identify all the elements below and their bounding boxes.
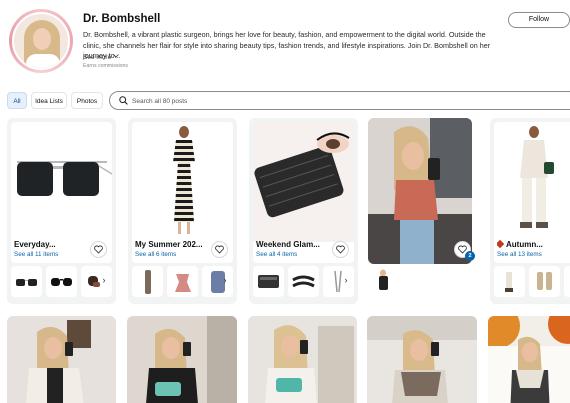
card-title-text: Autumn... [506, 240, 543, 249]
photo-post[interactable] [488, 316, 570, 403]
chevron-down-icon [113, 54, 119, 58]
commission-note: Earns commissions [83, 63, 128, 69]
profile-name: Dr. Bombshell [83, 13, 161, 25]
thumb-lash-strip[interactable] [288, 266, 319, 297]
tab-all[interactable]: All [7, 92, 27, 109]
card-title: Weekend Glam... [256, 240, 320, 249]
see-all-link[interactable]: See all 13 items [497, 251, 542, 258]
see-all-link[interactable]: See all 4 items [256, 251, 297, 258]
search-box[interactable] [109, 91, 570, 110]
tab-idea-lists[interactable]: Idea Lists [31, 92, 67, 109]
search-input[interactable] [132, 95, 432, 107]
thumb-dress[interactable] [132, 266, 163, 297]
thumb-boots[interactable] [564, 266, 570, 297]
chevron-right-icon[interactable]: › [97, 274, 111, 288]
heart-icon [215, 245, 224, 254]
product-thumbnails: › [132, 266, 233, 300]
thumb-sunglasses[interactable] [46, 266, 77, 297]
photo-post[interactable] [7, 316, 116, 403]
see-all-link[interactable]: See all 6 items [135, 251, 176, 258]
idea-list-card-everyday[interactable]: Everyday... See all 11 items › [7, 118, 116, 304]
idea-list-card-autumn[interactable]: Autumn... See all 13 items [490, 118, 570, 304]
thumb-sunglasses[interactable] [11, 266, 42, 297]
photo-post[interactable] [248, 316, 357, 403]
save-heart-button[interactable] [332, 241, 349, 258]
thumb-lash-kit[interactable] [253, 266, 284, 297]
card-title: Autumn... [497, 240, 567, 249]
thumb-top[interactable] [167, 266, 198, 297]
see-all-link[interactable]: See all 11 items [14, 251, 58, 258]
heart-icon [94, 245, 103, 254]
idea-list-card-my-summer[interactable]: My Summer 202... See all 6 items › [128, 118, 237, 304]
item-count-badge: 2 [465, 251, 475, 261]
profile-bio: Dr. Bombshell, a vibrant plastic surgeon… [83, 30, 491, 60]
search-icon [119, 96, 128, 105]
thumb-outfit[interactable] [368, 266, 399, 297]
heart-icon [336, 245, 345, 254]
product-thumbnails [368, 266, 469, 300]
product-thumbnails [494, 266, 570, 300]
chevron-right-icon[interactable]: › [339, 274, 353, 288]
follow-button[interactable]: Follow [508, 12, 570, 28]
save-heart-button[interactable] [211, 241, 228, 258]
product-thumbnails: › [253, 266, 354, 300]
see-more-label: See more [83, 54, 112, 61]
photo-post[interactable] [127, 316, 237, 403]
maple-leaf-icon [497, 240, 505, 249]
photo-post[interactable] [367, 316, 477, 403]
card-title: My Summer 202... [135, 240, 203, 249]
thumb-boots[interactable] [529, 266, 560, 297]
save-heart-button[interactable] [90, 241, 107, 258]
thumb-shoes[interactable] [494, 266, 525, 297]
profile-avatar [9, 9, 73, 73]
photo-post-card[interactable]: 2 [364, 118, 475, 304]
see-more-link[interactable]: See more [83, 54, 119, 61]
product-thumbnails: › [11, 266, 112, 300]
tab-photos[interactable]: Photos [71, 92, 103, 109]
card-title: Everyday... [14, 240, 56, 249]
idea-list-card-weekend-glam[interactable]: Weekend Glam... See all 4 items › [249, 118, 358, 304]
chevron-right-icon[interactable]: › [218, 274, 232, 288]
